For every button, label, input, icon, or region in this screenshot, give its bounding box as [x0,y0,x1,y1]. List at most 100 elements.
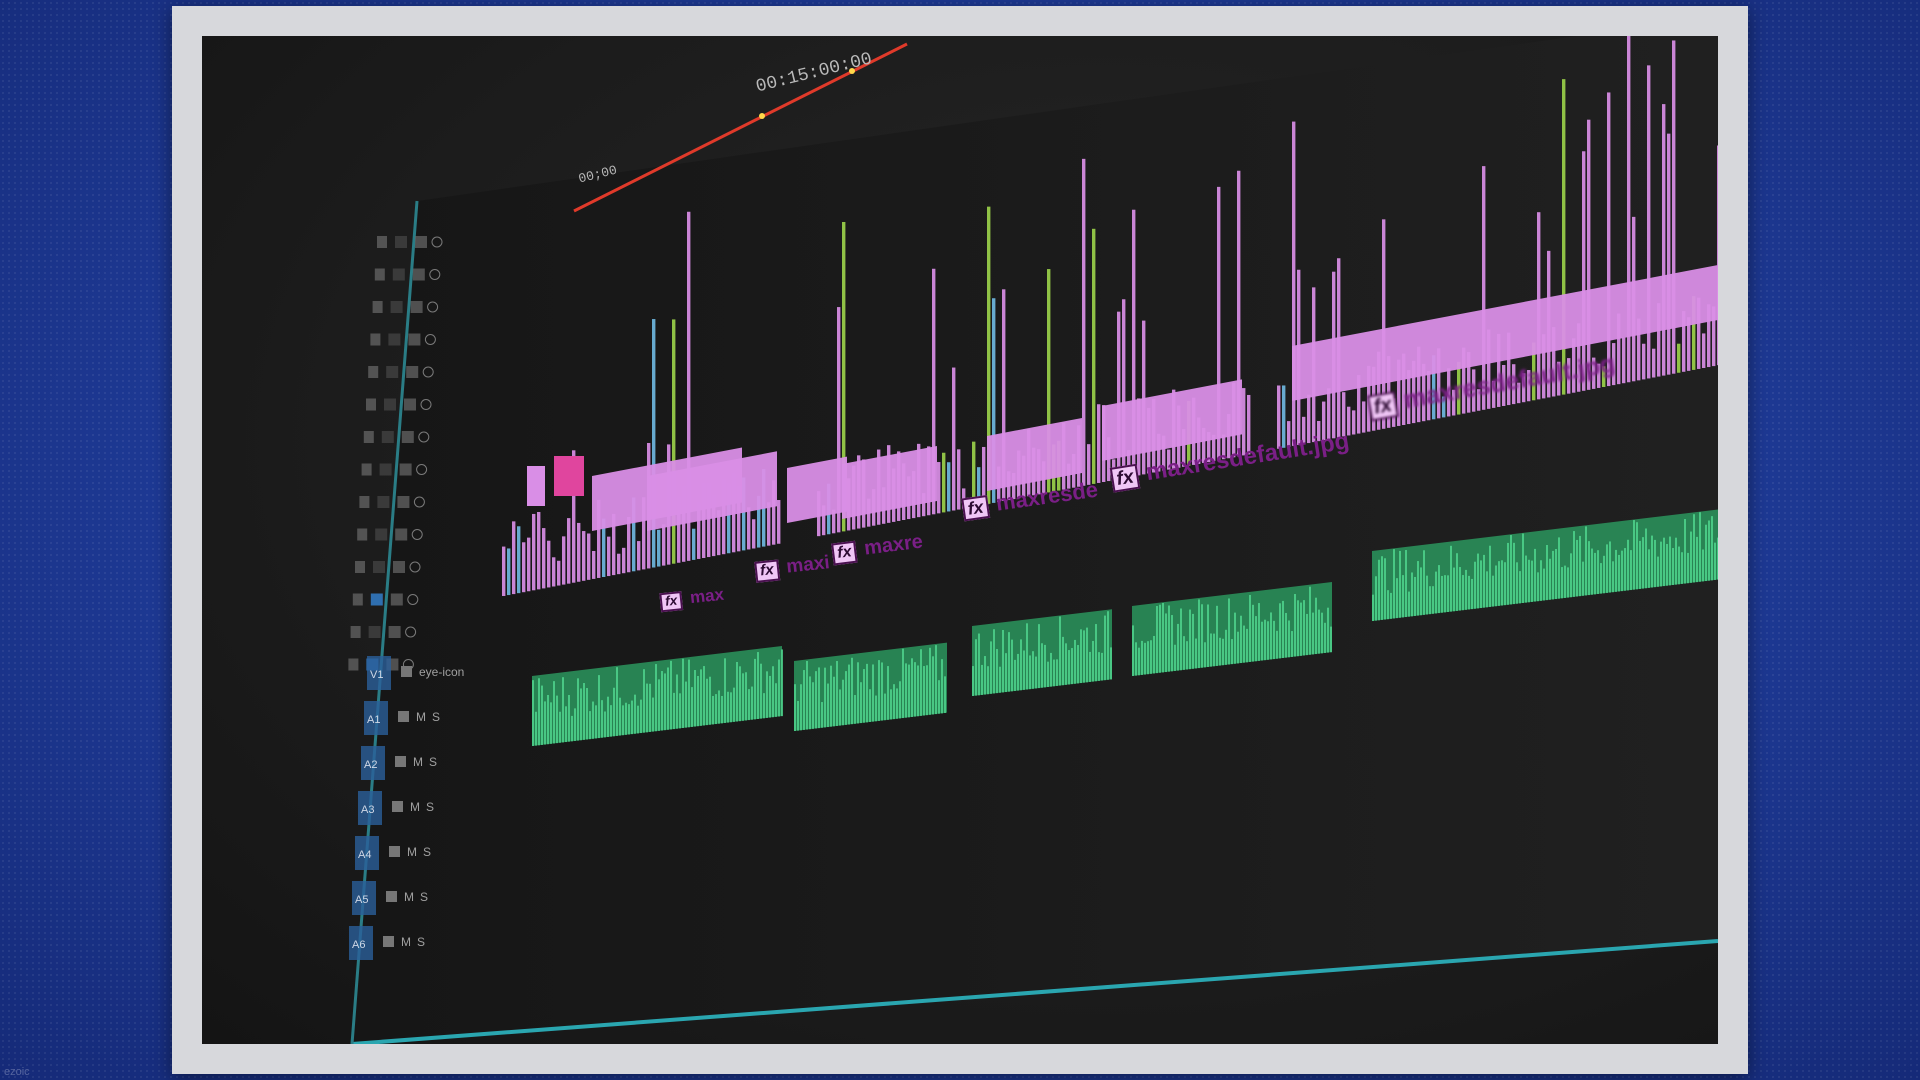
audio-wave [1240,615,1242,664]
video-spike [1097,404,1101,483]
audio-wave [1303,600,1305,656]
audio-wave [809,676,811,730]
audio-wave [595,705,597,739]
audio-wave [836,661,838,726]
video-spike [592,550,596,579]
audio-wave [1135,642,1137,676]
audio-wave [1516,562,1518,604]
audio-wave [742,673,744,721]
audio-wave [1011,639,1013,692]
timeline-scene: V1 eye-iconA1 M SA2 M SA3 M SA4 M SA5 M SA6 M S [348,36,1718,1044]
audio-wave [634,694,636,734]
audio-wave [1537,572,1539,602]
audio-wave [920,649,922,716]
video-clip [554,456,584,496]
audio-wave [1162,602,1164,673]
audio-wave [1501,560,1503,606]
audio-wave [748,689,750,721]
audio-wave [1579,535,1581,597]
audio-wave [1714,542,1716,580]
fx-icon: fx [831,540,858,566]
audio-wave [1513,542,1515,605]
lock-icon [370,333,381,346]
eye-icon [412,268,425,281]
audio-wave [935,645,937,715]
audio-wave [833,676,835,727]
audio-wave [1504,562,1506,606]
audio-wave [1104,615,1106,681]
audio-wave [592,701,594,739]
audio-wave [661,671,663,731]
video-spike [567,518,571,584]
audio-wave [1174,644,1176,671]
audio-wave [718,690,720,724]
solo-toggle: S [432,710,440,724]
track-name: A1 [367,714,380,726]
audio-wave [1315,597,1317,655]
video-clip [787,456,847,523]
audio-wave [1291,631,1293,657]
video-spike [1587,119,1591,390]
audio-wave [583,683,585,740]
audio-wave [607,696,609,737]
video-spike [1352,410,1356,435]
audio-wave [1044,644,1046,688]
audio-wave [754,658,756,720]
track-toggle [368,626,381,638]
audio-wave [899,681,901,719]
audio-wave [1414,576,1416,616]
track-toggle [392,268,405,281]
audio-wave [1002,629,1004,693]
audio-wave [1189,609,1191,670]
audio-wave [679,693,681,729]
audio-wave [775,683,777,717]
video-spike [1362,401,1366,433]
audio-wave [778,659,780,717]
audio-wave [631,700,633,735]
audio-wave [1165,613,1167,673]
audio-wave [577,678,579,741]
audio-wave [1261,621,1263,661]
audio-wave [568,694,570,742]
video-spike [577,522,581,582]
audio-wave [1690,531,1692,583]
lock-icon [352,593,363,606]
audio-wave [860,682,862,724]
mute-toggle: M [413,755,423,769]
audio-wave [1651,535,1653,588]
audio-wave [1426,575,1428,615]
solo-toggle: S [423,845,431,859]
video-spike [947,462,951,512]
audio-wave [1408,591,1410,617]
audio-wave [1014,659,1016,691]
audio-wave [1246,628,1248,663]
track-toggle [386,366,399,378]
audio-wave [1306,613,1308,656]
audio-wave [1630,550,1632,591]
audio-wave [616,667,618,736]
audio-wave [1150,640,1152,674]
lock-icon [377,236,387,248]
audio-wave [1603,555,1605,594]
video-clip [527,466,545,506]
audio-wave [993,629,995,694]
audio-wave [1216,605,1218,666]
audio-wave [911,658,913,717]
audio-wave [1717,537,1718,580]
audio-wave [872,664,874,722]
audio-wave [1210,633,1212,667]
audio-wave [981,664,983,695]
audio-wave [556,695,558,744]
audio-wave [1321,612,1323,654]
audio-wave [1627,539,1629,591]
audio-wave [893,684,895,720]
video-spike [522,542,526,593]
audio-wave [1020,639,1022,691]
audio-wave [1708,520,1710,581]
track-name: A3 [361,804,374,816]
audio-wave [1249,594,1251,662]
lock-icon [383,936,394,947]
audio-wave [700,669,702,726]
audio-wave [1008,632,1010,692]
video-spike [587,533,591,580]
